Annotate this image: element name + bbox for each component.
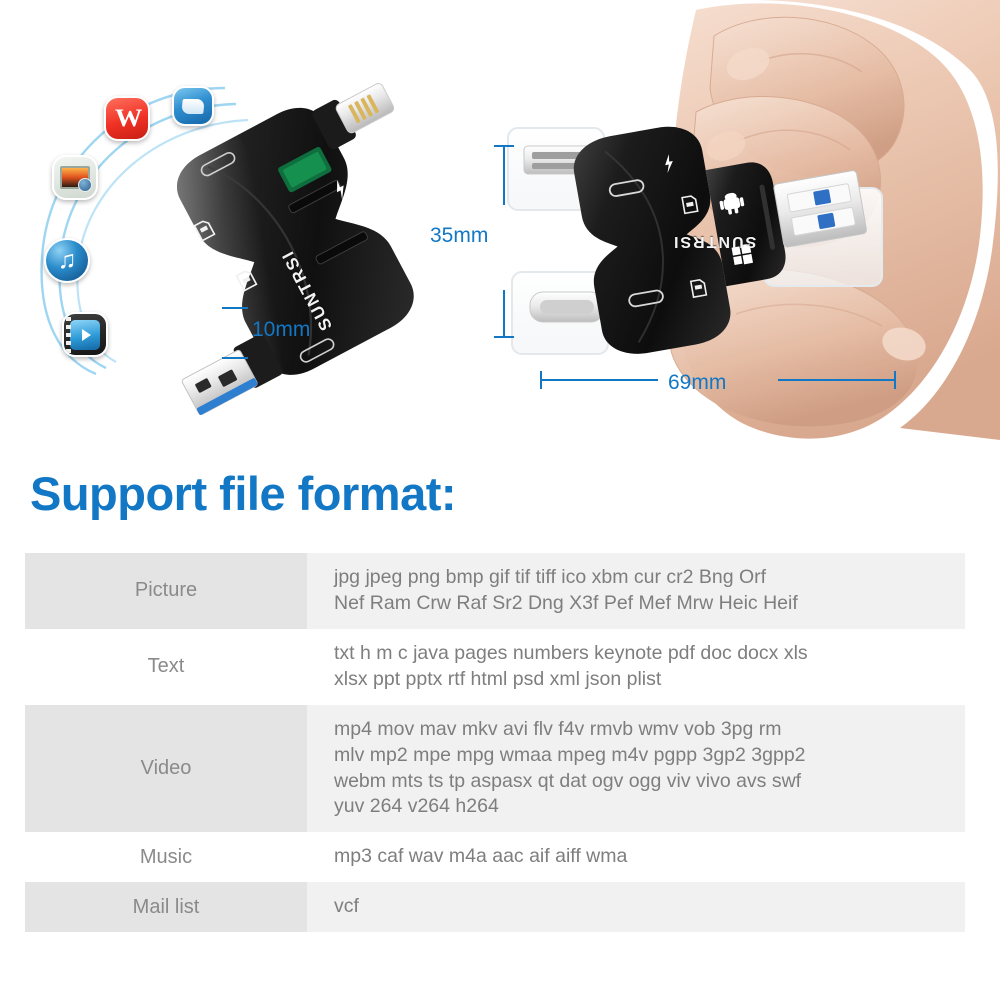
format-line: vcf <box>334 895 359 918</box>
dim-35mm-cap-top <box>494 145 514 147</box>
dim-69mm-cap-right <box>894 371 896 389</box>
format-line: txt h m c java pages numbers keynote pdf… <box>334 641 808 664</box>
dim-10mm-cap-top <box>222 307 248 309</box>
page-title: Support file format: <box>30 467 457 520</box>
table-row: Music mp3 caf wav m4a aac aif aiff wma <box>25 832 965 883</box>
format-line: webm mts ts tp aspasx qt dat ogv ogg viv… <box>334 769 802 792</box>
dim-10mm-cap-bottom <box>222 357 248 359</box>
sd-card-icon <box>193 220 216 242</box>
usb-c-plug <box>529 291 605 323</box>
dim-69mm-line-left <box>540 379 658 381</box>
brand-logo-right: SUNTRSI <box>672 233 757 250</box>
product-photo-hero: W ♫ SUNTRSI SUNTRSI 35mm 69mm 10mm <box>0 0 1000 440</box>
dim-10mm-label: 10mm <box>252 318 311 341</box>
format-values: mp4 mov mav mkv avi flv f4v rmvb wmv vob… <box>307 704 965 833</box>
dim-69mm-label: 69mm <box>668 371 727 394</box>
formats-table-body: Picture jpg jpeg png bmp gif tif tiff ic… <box>25 553 965 933</box>
music-note-glyph: ♫ <box>57 246 77 274</box>
format-line: jpg jpeg png bmp gif tif tiff ico xbm cu… <box>334 566 767 588</box>
micro-sd-icon <box>235 270 258 292</box>
dim-35mm-line-top <box>503 145 505 205</box>
dim-69mm-line-right <box>778 379 896 381</box>
photo-app-icon <box>52 155 98 200</box>
format-line: Nef Ram Crw Raf Sr2 Dng X3f Pef Mef Mrw … <box>334 591 798 614</box>
dim-35mm-cap-bottom <box>494 336 514 338</box>
category-label: Picture <box>25 553 307 629</box>
format-values: jpg jpeg png bmp gif tif tiff ico xbm cu… <box>307 553 965 629</box>
supported-formats-table: Picture jpg jpeg png bmp gif tif tiff ic… <box>25 553 965 933</box>
format-line: yuv 264 v264 h264 <box>334 795 499 818</box>
format-values: mp3 caf wav m4a aac aif aiff wma <box>307 832 965 883</box>
windows-icon <box>190 272 216 298</box>
table-row: Picture jpg jpeg png bmp gif tif tiff ic… <box>25 553 965 629</box>
dim-35mm-label: 35mm <box>430 224 489 247</box>
format-line: mp4 mov mav mkv avi flv f4v rmvb wmv vob… <box>334 717 782 740</box>
table-row: Mail list vcf <box>25 882 965 933</box>
dim-35mm-line-bottom <box>503 290 505 338</box>
hand-holding-device <box>500 0 1000 440</box>
format-line: mp3 caf wav m4a aac aif aiff wma <box>334 845 628 868</box>
itunes-music-icon: ♫ <box>44 238 90 283</box>
lightning-bolt-icon <box>337 179 344 200</box>
category-label: Video <box>25 704 307 833</box>
format-line: xlsx ppt pptx rtf html psd xml json plis… <box>334 667 662 690</box>
table-row: Video mp4 mov mav mkv avi flv f4v rmvb w… <box>25 704 965 833</box>
format-line: mlv mp2 mpe mpg wmaa mpeg m4v pgpp 3gp2 … <box>334 743 806 766</box>
format-values: vcf <box>307 882 965 933</box>
product-infographic-page: W ♫ SUNTRSI SUNTRSI 35mm 69mm 10mm Suppo… <box>0 0 1000 1000</box>
table-row: Text txt h m c java pages numbers keynot… <box>25 628 965 705</box>
android-icon <box>158 259 183 282</box>
category-label: Music <box>25 832 307 883</box>
category-label: Mail list <box>25 882 307 933</box>
format-values: txt h m c java pages numbers keynote pdf… <box>307 628 965 705</box>
category-label: Text <box>25 628 307 705</box>
